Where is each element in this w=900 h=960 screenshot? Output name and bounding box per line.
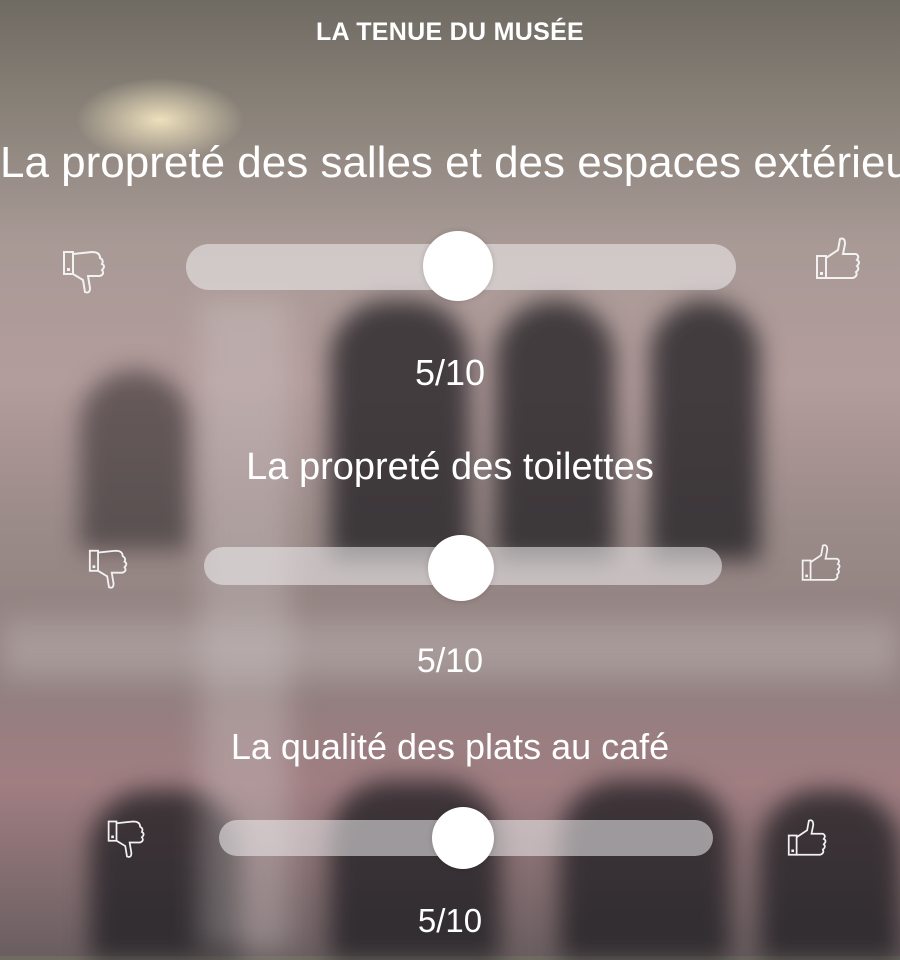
rating-value: 5/10	[414, 352, 486, 393]
rating-slider-thumb[interactable]	[432, 807, 494, 869]
question-label: La qualité des plats au café	[230, 726, 670, 767]
question-label: La propreté des toilettes	[246, 446, 654, 488]
rating-value: 5/10	[416, 642, 484, 680]
rating-value: 5/10	[417, 902, 483, 939]
thumbs-up-icon[interactable]	[800, 542, 844, 586]
rating-slider-thumb[interactable]	[428, 535, 494, 601]
thumbs-down-icon[interactable]	[106, 818, 148, 860]
rating-slider-thumb[interactable]	[423, 231, 493, 301]
section-title: LA TENUE DU MUSÉE	[315, 18, 585, 46]
thumbs-up-icon[interactable]	[786, 818, 830, 860]
thumbs-up-icon[interactable]	[814, 236, 864, 284]
question-label: La propreté des salles et des espaces ex…	[0, 138, 900, 187]
thumbs-down-icon[interactable]	[62, 248, 108, 296]
thumbs-down-icon[interactable]	[88, 547, 130, 591]
